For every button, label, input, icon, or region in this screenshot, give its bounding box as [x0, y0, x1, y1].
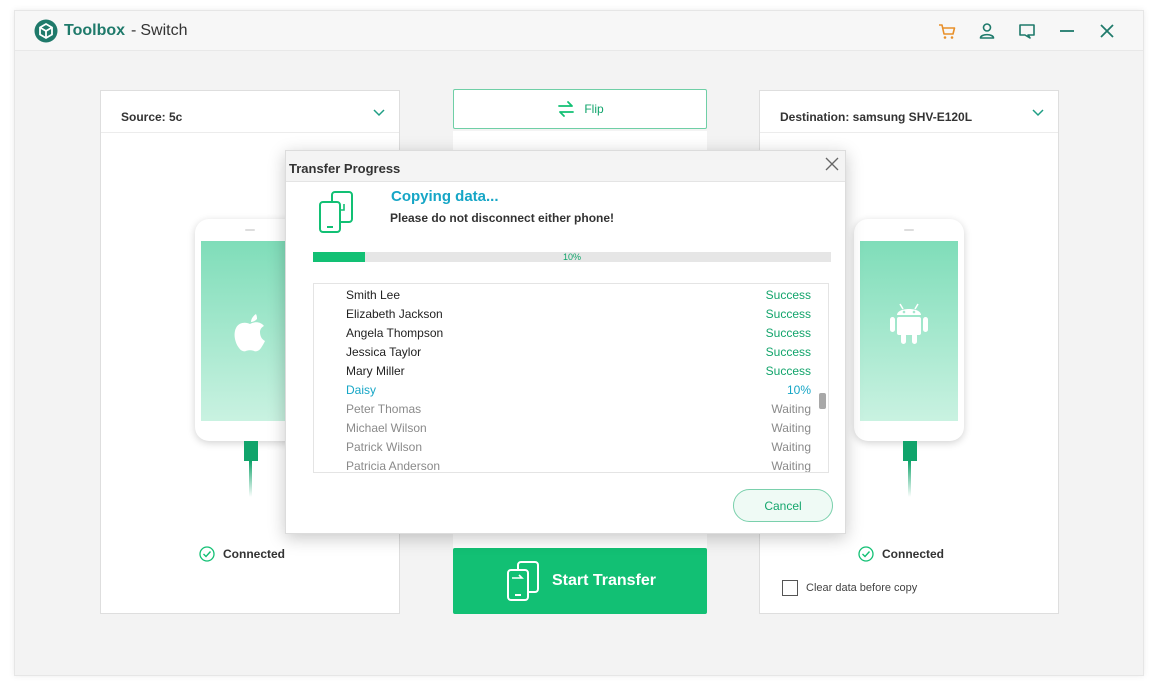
source-status: Connected: [199, 546, 285, 562]
start-transfer-label: Start Transfer: [551, 572, 657, 589]
progress-percent: 10%: [562, 252, 581, 262]
item-name: Daisy: [346, 383, 377, 397]
destination-label: Destination: samsung SHV-E120L: [780, 110, 973, 124]
item-name: Elizabeth Jackson: [346, 307, 443, 321]
destination-status-text: Connected: [882, 547, 945, 561]
disconnect-warning: Please do not disconnect either phone!: [390, 211, 615, 225]
destination-selector[interactable]: Destination: samsung SHV-E120L: [760, 91, 1058, 133]
phone-transfer-icon: [506, 561, 539, 601]
source-status-text: Connected: [223, 547, 286, 561]
item-name: Patrick Wilson: [346, 440, 423, 454]
destination-phone-screen: [860, 241, 958, 421]
item-status: Success: [765, 345, 811, 359]
flip-button[interactable]: Flip: [453, 89, 707, 129]
list-item: Angela Thompson Success: [314, 323, 828, 342]
speaker: [904, 229, 914, 231]
item-status: Waiting: [771, 440, 811, 454]
list-item: Daisy 10%: [314, 380, 828, 399]
item-status: Waiting: [771, 402, 811, 416]
title-bar-actions: [917, 21, 1117, 41]
brand: Toolbox - Switch: [34, 19, 187, 43]
item-status: Success: [765, 326, 811, 340]
android-icon: [890, 303, 928, 344]
close-icon[interactable]: [1097, 21, 1117, 41]
copying-heading: Copying data...: [391, 188, 499, 205]
clear-data-label: Clear data before copy: [806, 582, 918, 594]
list-item: Jessica Taylor Success: [314, 342, 828, 361]
swap-icon: [558, 101, 575, 117]
phone-copy-icon: [319, 191, 353, 233]
feedback-icon[interactable]: [1017, 21, 1037, 41]
destination-phone: [854, 219, 964, 441]
flip-label: Flip: [584, 102, 604, 116]
item-status: Success: [765, 307, 811, 321]
item-status: Waiting: [771, 421, 811, 435]
progress-bar: 10%: [313, 252, 831, 262]
apple-icon: [234, 314, 265, 352]
app-title: Switch: [140, 22, 188, 39]
cart-icon[interactable]: [937, 21, 957, 41]
transfer-list[interactable]: Smith Lee Success Elizabeth Jackson Success…: [313, 283, 829, 473]
transfer-progress-dialog: Transfer Progress Copying data... Please…: [285, 150, 846, 534]
chevron-down-icon[interactable]: [1032, 109, 1044, 117]
item-status: Success: [765, 364, 811, 378]
destination-status: Connected: [858, 546, 944, 562]
dialog-title: Transfer Progress: [289, 161, 401, 176]
chevron-down-icon[interactable]: [373, 109, 385, 117]
item-name: Peter Thomas: [346, 402, 422, 416]
cable-plug: [903, 441, 917, 461]
item-name: Michael Wilson: [346, 421, 427, 435]
cable-plug: [244, 441, 258, 461]
check-circle-icon: [858, 546, 874, 562]
source-label: Source: 5c: [121, 110, 183, 124]
title-separator: -: [131, 22, 137, 39]
item-status: Success: [765, 288, 811, 302]
source-selector[interactable]: Source: 5c: [101, 91, 399, 133]
cable-wire: [249, 461, 252, 497]
speaker: [245, 229, 255, 231]
item-status: 10%: [786, 383, 811, 397]
cancel-button[interactable]: Cancel: [733, 489, 833, 522]
list-item: Mary Miller Success: [314, 361, 828, 380]
dialog-header: Transfer Progress: [286, 151, 845, 182]
item-name: Jessica Taylor: [346, 345, 422, 359]
toolbox-logo-icon: [34, 19, 58, 43]
item-name: Patricia Anderson: [346, 459, 441, 473]
check-circle-icon: [199, 546, 215, 562]
list-item: Patricia Anderson Waiting: [314, 456, 828, 473]
list-item: Smith Lee Success: [314, 285, 828, 304]
title-bar: Toolbox - Switch: [15, 11, 1143, 51]
list-item: Michael Wilson Waiting: [314, 418, 828, 437]
item-name: Mary Miller: [346, 364, 405, 378]
list-item: Patrick Wilson Waiting: [314, 437, 828, 456]
clear-data-checkbox[interactable]: Clear data before copy: [782, 580, 917, 596]
item-status: Waiting: [771, 459, 811, 473]
checkbox-box[interactable]: [782, 580, 798, 596]
cable-wire: [908, 461, 911, 497]
minimize-icon[interactable]: [1057, 21, 1077, 41]
list-item: Peter Thomas Waiting: [314, 399, 828, 418]
item-name: Angela Thompson: [346, 326, 444, 340]
start-transfer-button[interactable]: Start Transfer: [453, 548, 707, 614]
close-icon[interactable]: [825, 157, 839, 171]
brand-name: Toolbox: [64, 22, 126, 39]
list-item: Elizabeth Jackson Success: [314, 304, 828, 323]
user-icon[interactable]: [977, 21, 997, 41]
item-name: Smith Lee: [346, 288, 401, 302]
